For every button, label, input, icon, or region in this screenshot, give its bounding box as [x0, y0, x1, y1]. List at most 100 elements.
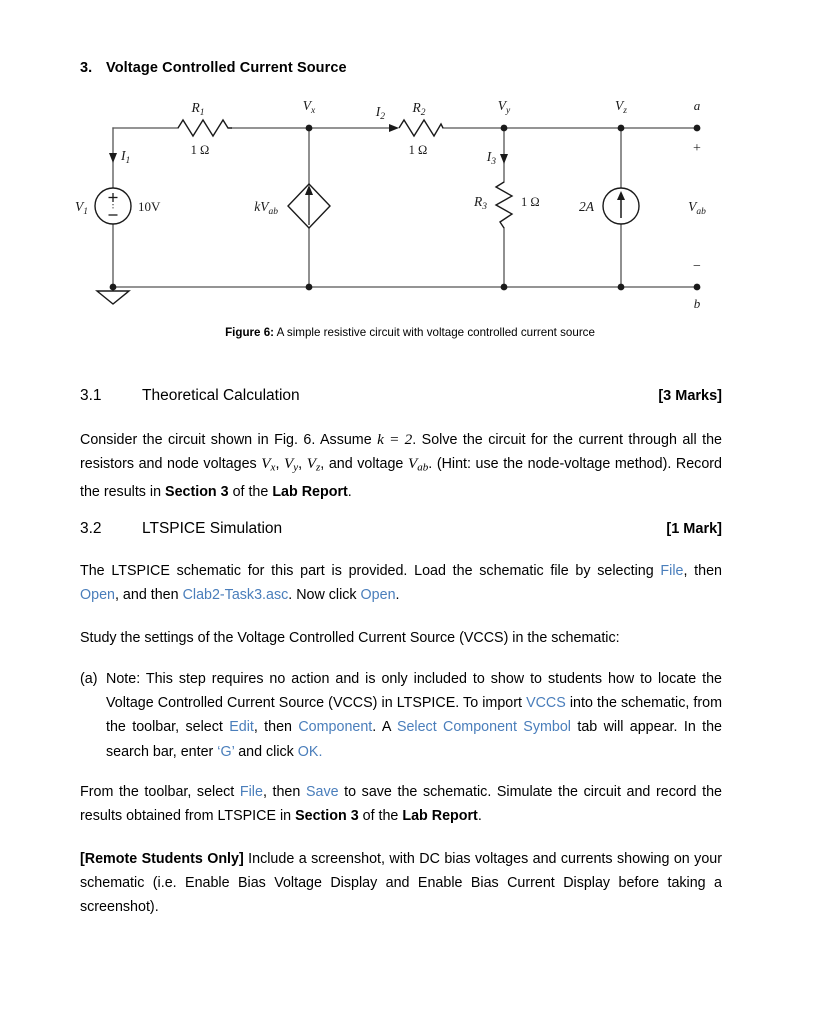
label-r1-value: 1 Ω — [191, 143, 210, 157]
section-heading-3-2: 3.2 LTSPICE Simulation [1 Mark] — [80, 520, 722, 538]
figure-caption-label: Figure 6: — [225, 326, 275, 339]
section-title-3-1: Theoretical Calculation — [142, 387, 300, 404]
theory-text-1: Consider the circuit shown in Fig. 6. As… — [80, 432, 378, 448]
node-dot-b — [693, 283, 701, 291]
section-heading-3-1: 3.1 Theoretical Calculation [3 Marks] — [80, 387, 722, 405]
label-r2: R2 — [412, 100, 426, 118]
paragraph-save-schematic: From the toolbar, select File, then Save… — [80, 780, 722, 828]
node-dot-bottom-vy — [500, 283, 508, 291]
theory-comma-1: , — [275, 456, 284, 473]
document-page: 3. Voltage Controlled Current Source R1 … — [0, 0, 817, 1024]
remote-students-label: [Remote Students Only] — [80, 851, 244, 867]
task-heading: 3. Voltage Controlled Current Source — [80, 60, 740, 76]
save-text-5: . — [477, 808, 482, 825]
theory-vab: V — [407, 455, 418, 473]
figure-caption-text: A simple resistive circuit with voltage … — [274, 326, 595, 339]
note-a-text: Note: This step requires no action and i… — [106, 667, 722, 764]
note-a-text-3: , then — [253, 719, 299, 736]
link-edit[interactable]: Edit — [229, 719, 254, 735]
label-node-vy: Vy — [498, 98, 511, 116]
label-current-i2: I2 — [375, 104, 386, 122]
save-text-4: of the — [358, 808, 403, 825]
circuit-diagram-svg: R1 1 Ω R2 1 Ω R3 1 Ω Vx Vy Vz I1 I2 I3 V… — [75, 98, 706, 311]
list-item-note-a: (a) Note: This step requires no action a… — [80, 667, 722, 764]
ltspice-text-4: . Now click — [288, 587, 361, 604]
theory-text-3: , and voltage — [320, 456, 408, 473]
label-current-i3: I3 — [486, 149, 497, 167]
label-current-source-2a: 2A — [579, 199, 595, 214]
paragraph-theoretical: Consider the circuit shown in Fig. 6. As… — [80, 428, 722, 504]
link-save[interactable]: Save — [306, 784, 339, 800]
save-text-2: , then — [262, 784, 306, 800]
label-vccs: kVab — [254, 199, 278, 217]
resistor-r2 — [398, 118, 444, 138]
node-dot-a — [693, 124, 701, 132]
theory-text-5: of the — [228, 483, 273, 500]
note-a-text-6: and click — [234, 743, 298, 760]
label-terminal-a: a — [694, 98, 701, 113]
label-node-vx: Vx — [303, 98, 316, 116]
link-ok[interactable]: OK. — [298, 744, 323, 760]
theory-comma-2: , — [298, 456, 307, 473]
theory-vy: V — [284, 455, 294, 473]
label-r3-value: 1 Ω — [521, 195, 540, 209]
current-arrow-i2 — [389, 124, 399, 132]
current-arrow-i1 — [109, 153, 117, 163]
label-source-v1: V1 — [75, 199, 88, 217]
section-number-3-2: 3.2 — [80, 520, 102, 537]
link-component[interactable]: Component — [298, 719, 372, 735]
label-r1: R1 — [191, 100, 205, 118]
link-file[interactable]: File — [660, 563, 683, 579]
theory-vz: V — [306, 455, 317, 473]
link-select-component-symbol[interactable]: Select Component Symbol — [397, 719, 571, 735]
node-dot-gnd — [109, 283, 117, 291]
note-a-text-4: . A — [372, 719, 397, 736]
theory-vab-sub: ab — [417, 461, 429, 474]
list-marker-a: (a) — [80, 671, 98, 687]
ltspice-text-2: , then — [683, 563, 722, 579]
node-dot-bottom-vx — [305, 283, 313, 291]
current-arrow-i3 — [500, 154, 508, 164]
link-search-term-g[interactable]: ‘G’ — [217, 744, 234, 760]
section-marks-3-1: [3 Marks] — [658, 388, 722, 404]
label-source-v1-value: 10V — [138, 199, 161, 214]
link-open-2[interactable]: Open — [361, 587, 396, 603]
link-vccs[interactable]: VCCS — [526, 695, 566, 711]
figure-caption: Figure 6: A simple resistive circuit wit… — [80, 326, 740, 339]
node-dot-bottom-vz — [617, 283, 625, 291]
label-terminal-minus: − — [693, 259, 701, 274]
section-number-3-1: 3.1 — [80, 387, 102, 404]
label-node-vz: Vz — [615, 98, 627, 116]
circuit-figure: R1 1 Ω R2 1 Ω R3 1 Ω Vx Vy Vz I1 I2 I3 V… — [0, 92, 817, 352]
task-title: Voltage Controlled Current Source — [106, 60, 347, 76]
paragraph-ltspice-load: The LTSPICE schematic for this part is p… — [80, 559, 722, 607]
node-dot-vy — [500, 124, 508, 132]
theory-vx: V — [261, 455, 271, 473]
node-dot-vz — [617, 124, 625, 132]
label-current-i1: I1 — [120, 148, 130, 166]
save-section3: Section 3 — [295, 808, 359, 825]
ltspice-text-3: , and then — [114, 587, 183, 604]
save-text-1: From the toolbar, select — [80, 784, 240, 800]
theory-k-equation: k = 2 — [377, 431, 413, 448]
paragraph-study-settings: Study the settings of the Voltage Contro… — [80, 630, 620, 646]
link-file-2[interactable]: File — [240, 784, 263, 800]
link-filename[interactable]: Clab2-Task3.asc — [183, 587, 289, 603]
ltspice-text-5: . — [395, 587, 400, 604]
node-dot-vx — [305, 124, 313, 132]
label-r3: R3 — [473, 194, 487, 212]
task-number: 3. — [80, 60, 93, 76]
theory-labreport: Lab Report — [272, 483, 348, 500]
label-terminal-plus: + — [693, 141, 701, 156]
paragraph-remote-students: [Remote Students Only] Include a screens… — [80, 847, 722, 920]
label-vab: Vab — [688, 199, 706, 217]
theory-section3: Section 3 — [165, 483, 229, 500]
resistor-r3 — [494, 181, 514, 229]
link-open[interactable]: Open — [80, 587, 115, 603]
section-title-3-2: LTSPICE Simulation — [142, 520, 283, 537]
label-r2-value: 1 Ω — [409, 143, 428, 157]
resistor-r1 — [177, 118, 232, 138]
save-labreport: Lab Report — [402, 808, 478, 825]
ltspice-text-1: The LTSPICE schematic for this part is p… — [80, 563, 661, 579]
section-marks-3-2: [1 Mark] — [666, 521, 722, 537]
